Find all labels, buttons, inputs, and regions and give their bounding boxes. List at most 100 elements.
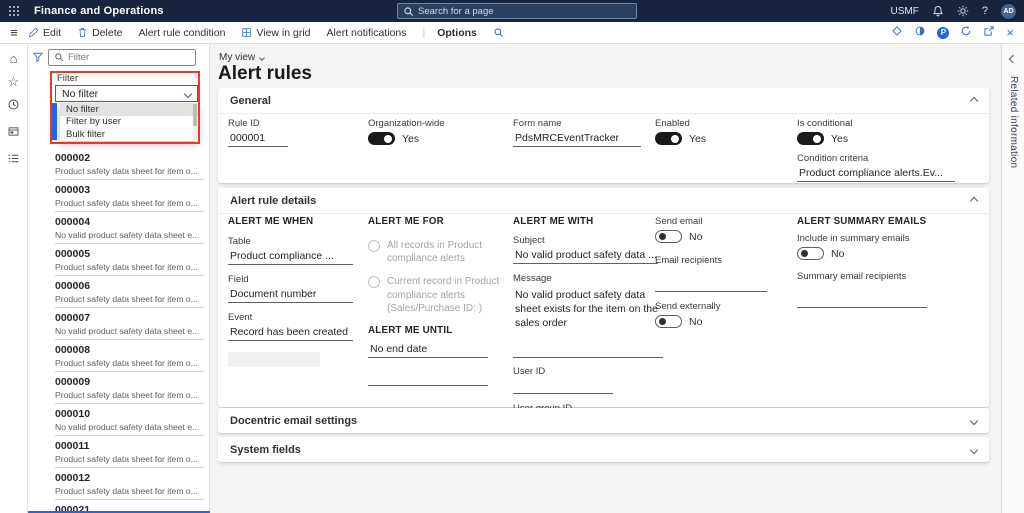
record-desc: Product safety data sheet for item o...	[55, 390, 198, 400]
record-id: 000009	[55, 376, 91, 388]
enabled-toggle[interactable]	[655, 132, 682, 145]
notifications-icon[interactable]	[932, 5, 944, 17]
list-item[interactable]: 000004 No valid product safety data sheet…	[28, 212, 210, 244]
contrast-icon[interactable]	[914, 25, 926, 40]
list-filter-search[interactable]	[48, 49, 196, 66]
list-item[interactable]: 000008 Product safety data sheet for item…	[28, 340, 210, 372]
alert-notifications-button[interactable]: Alert notifications	[327, 27, 407, 39]
filter-option-bulk-filter[interactable]: Bulk filter	[60, 128, 198, 141]
include-summary-toggle[interactable]	[797, 247, 824, 260]
view-in-grid-button[interactable]: View in grid	[241, 26, 311, 39]
alert-rule-details-section: Alert rule details ALERT ME WHEN Table P…	[218, 188, 989, 431]
close-icon[interactable]: ×	[1006, 26, 1014, 39]
filter-option-filter-by-user[interactable]: Filter by user	[60, 116, 198, 129]
alert-notifications-label: Alert notifications	[326, 26, 407, 39]
app-title[interactable]: Finance and Operations	[34, 5, 164, 17]
app-launcher-icon[interactable]	[9, 5, 20, 17]
list-item[interactable]: 000002 Product safety data sheet for item…	[28, 148, 210, 180]
delete-label: Delete	[92, 26, 123, 39]
alert-rule-details-header[interactable]: Alert rule details	[218, 188, 989, 214]
options-menu[interactable]: Options	[437, 27, 477, 39]
company-selector[interactable]: USMF	[891, 6, 919, 17]
chevron-left-icon[interactable]	[1008, 54, 1018, 64]
chevron-down-icon	[183, 89, 193, 98]
docentric-section-header[interactable]: Docentric email settings	[218, 408, 989, 434]
form-name-field[interactable]: PdsMRCEventTracker	[513, 131, 641, 147]
flow-icon[interactable]	[891, 25, 903, 40]
list-item[interactable]: 000011 Product safety data sheet for item…	[28, 436, 210, 468]
filter-dropdown[interactable]: No filter	[55, 85, 198, 102]
message-text: No valid product safety data sheet exist…	[515, 289, 658, 330]
alert-me-with-header: ALERT ME WITH	[513, 216, 594, 227]
view-selector[interactable]: My view	[219, 52, 265, 63]
alert-me-until-header: ALERT ME UNTIL	[368, 324, 453, 336]
list-filter-input[interactable]	[68, 52, 188, 63]
filter-option-no-filter[interactable]: No filter	[60, 103, 198, 116]
messages-icon[interactable]: P	[937, 26, 950, 39]
record-desc: No valid product safety data sheet e...	[55, 326, 200, 336]
actionbar-search-icon[interactable]	[493, 27, 504, 38]
edit-button[interactable]: Edit	[28, 27, 61, 39]
record-id: 000003	[55, 184, 91, 196]
radio-current-record[interactable]	[368, 276, 380, 289]
record-desc: Product safety data sheet for item o...	[55, 294, 198, 304]
alert-rule-condition-button[interactable]: Alert rule condition	[138, 27, 225, 39]
recent-clock-icon[interactable]	[7, 98, 20, 116]
related-information-title[interactable]: Related information	[1008, 76, 1019, 168]
event-field[interactable]: Record has been created	[228, 325, 353, 341]
list-item[interactable]: 000009 Product safety data sheet for item…	[28, 372, 210, 404]
user-id-field[interactable]	[513, 382, 613, 394]
record-id: 000005	[55, 248, 91, 260]
is-conditional-toggle[interactable]	[797, 132, 824, 145]
page-title: Alert rules	[218, 63, 312, 84]
email-recipients-field[interactable]	[655, 280, 767, 292]
options-label: Options	[437, 26, 477, 39]
condition-criteria-field[interactable]: Product compliance alerts.Ev...	[797, 166, 955, 182]
empty-date-field[interactable]	[368, 374, 488, 386]
record-desc: Product safety data sheet for item o...	[55, 166, 198, 176]
organization-wide-toggle[interactable]	[368, 132, 395, 145]
list-item[interactable]: 000005 Product safety data sheet for item…	[28, 244, 210, 276]
toggle-state-label: Yes	[831, 132, 849, 145]
favorites-star-icon[interactable]: ☆	[8, 75, 20, 89]
subject-field[interactable]: No valid product safety data ...	[513, 248, 658, 264]
page-search[interactable]	[397, 3, 637, 19]
system-fields-header[interactable]: System fields	[218, 437, 989, 463]
refresh-icon[interactable]	[960, 25, 972, 40]
list-item[interactable]: 000006 Product safety data sheet for item…	[28, 276, 210, 308]
flyout-scrollbar[interactable]	[193, 104, 197, 140]
end-date-field[interactable]: No end date	[368, 342, 488, 358]
send-externally-toggle[interactable]	[655, 315, 682, 328]
table-field[interactable]: Product compliance ...	[228, 249, 353, 265]
home-icon[interactable]: ⌂	[10, 52, 18, 66]
list-item[interactable]: 000010 No valid product safety data sheet…	[28, 404, 210, 436]
send-email-toggle[interactable]	[655, 230, 682, 243]
settings-gear-icon[interactable]	[957, 5, 969, 17]
list-item[interactable]: 000007 No valid product safety data sheet…	[28, 308, 210, 340]
list-item[interactable]: 000003 Product safety data sheet for item…	[28, 180, 210, 212]
help-icon[interactable]: ?	[982, 5, 988, 17]
record-id: 000011	[55, 440, 90, 452]
summary-recipients-field[interactable]	[797, 296, 927, 308]
avatar[interactable]: AD	[1001, 3, 1016, 19]
delete-button[interactable]: Delete	[77, 27, 122, 39]
record-id: 000012	[55, 472, 91, 484]
message-field[interactable]: No valid product safety data sheet exist…	[513, 286, 663, 358]
workspaces-icon[interactable]	[7, 125, 20, 143]
radio-all-records[interactable]	[368, 240, 380, 252]
filter-funnel-icon[interactable]	[32, 50, 44, 68]
send-externally-label: Send externally	[655, 301, 721, 312]
general-section-header[interactable]: General	[218, 88, 989, 114]
field-field[interactable]: Document number	[228, 287, 353, 303]
record-desc: Product safety data sheet for item o...	[55, 358, 198, 368]
hamburger-icon[interactable]: ≡	[0, 25, 28, 40]
list-item[interactable]: 000012 Product safety data sheet for item…	[28, 468, 210, 500]
modules-list-icon[interactable]	[7, 152, 20, 170]
rule-id-field[interactable]: 000001	[228, 131, 288, 147]
filter-dropdown-label: Filter	[57, 73, 79, 84]
open-in-new-window-icon[interactable]	[983, 25, 995, 40]
page-search-input[interactable]	[418, 5, 618, 17]
radio-current-record-label: Current record in Product compliance ale…	[387, 276, 500, 314]
left-nav-rail: ⌂ ☆	[0, 44, 28, 513]
view-in-grid-label: View in grid	[256, 26, 311, 39]
